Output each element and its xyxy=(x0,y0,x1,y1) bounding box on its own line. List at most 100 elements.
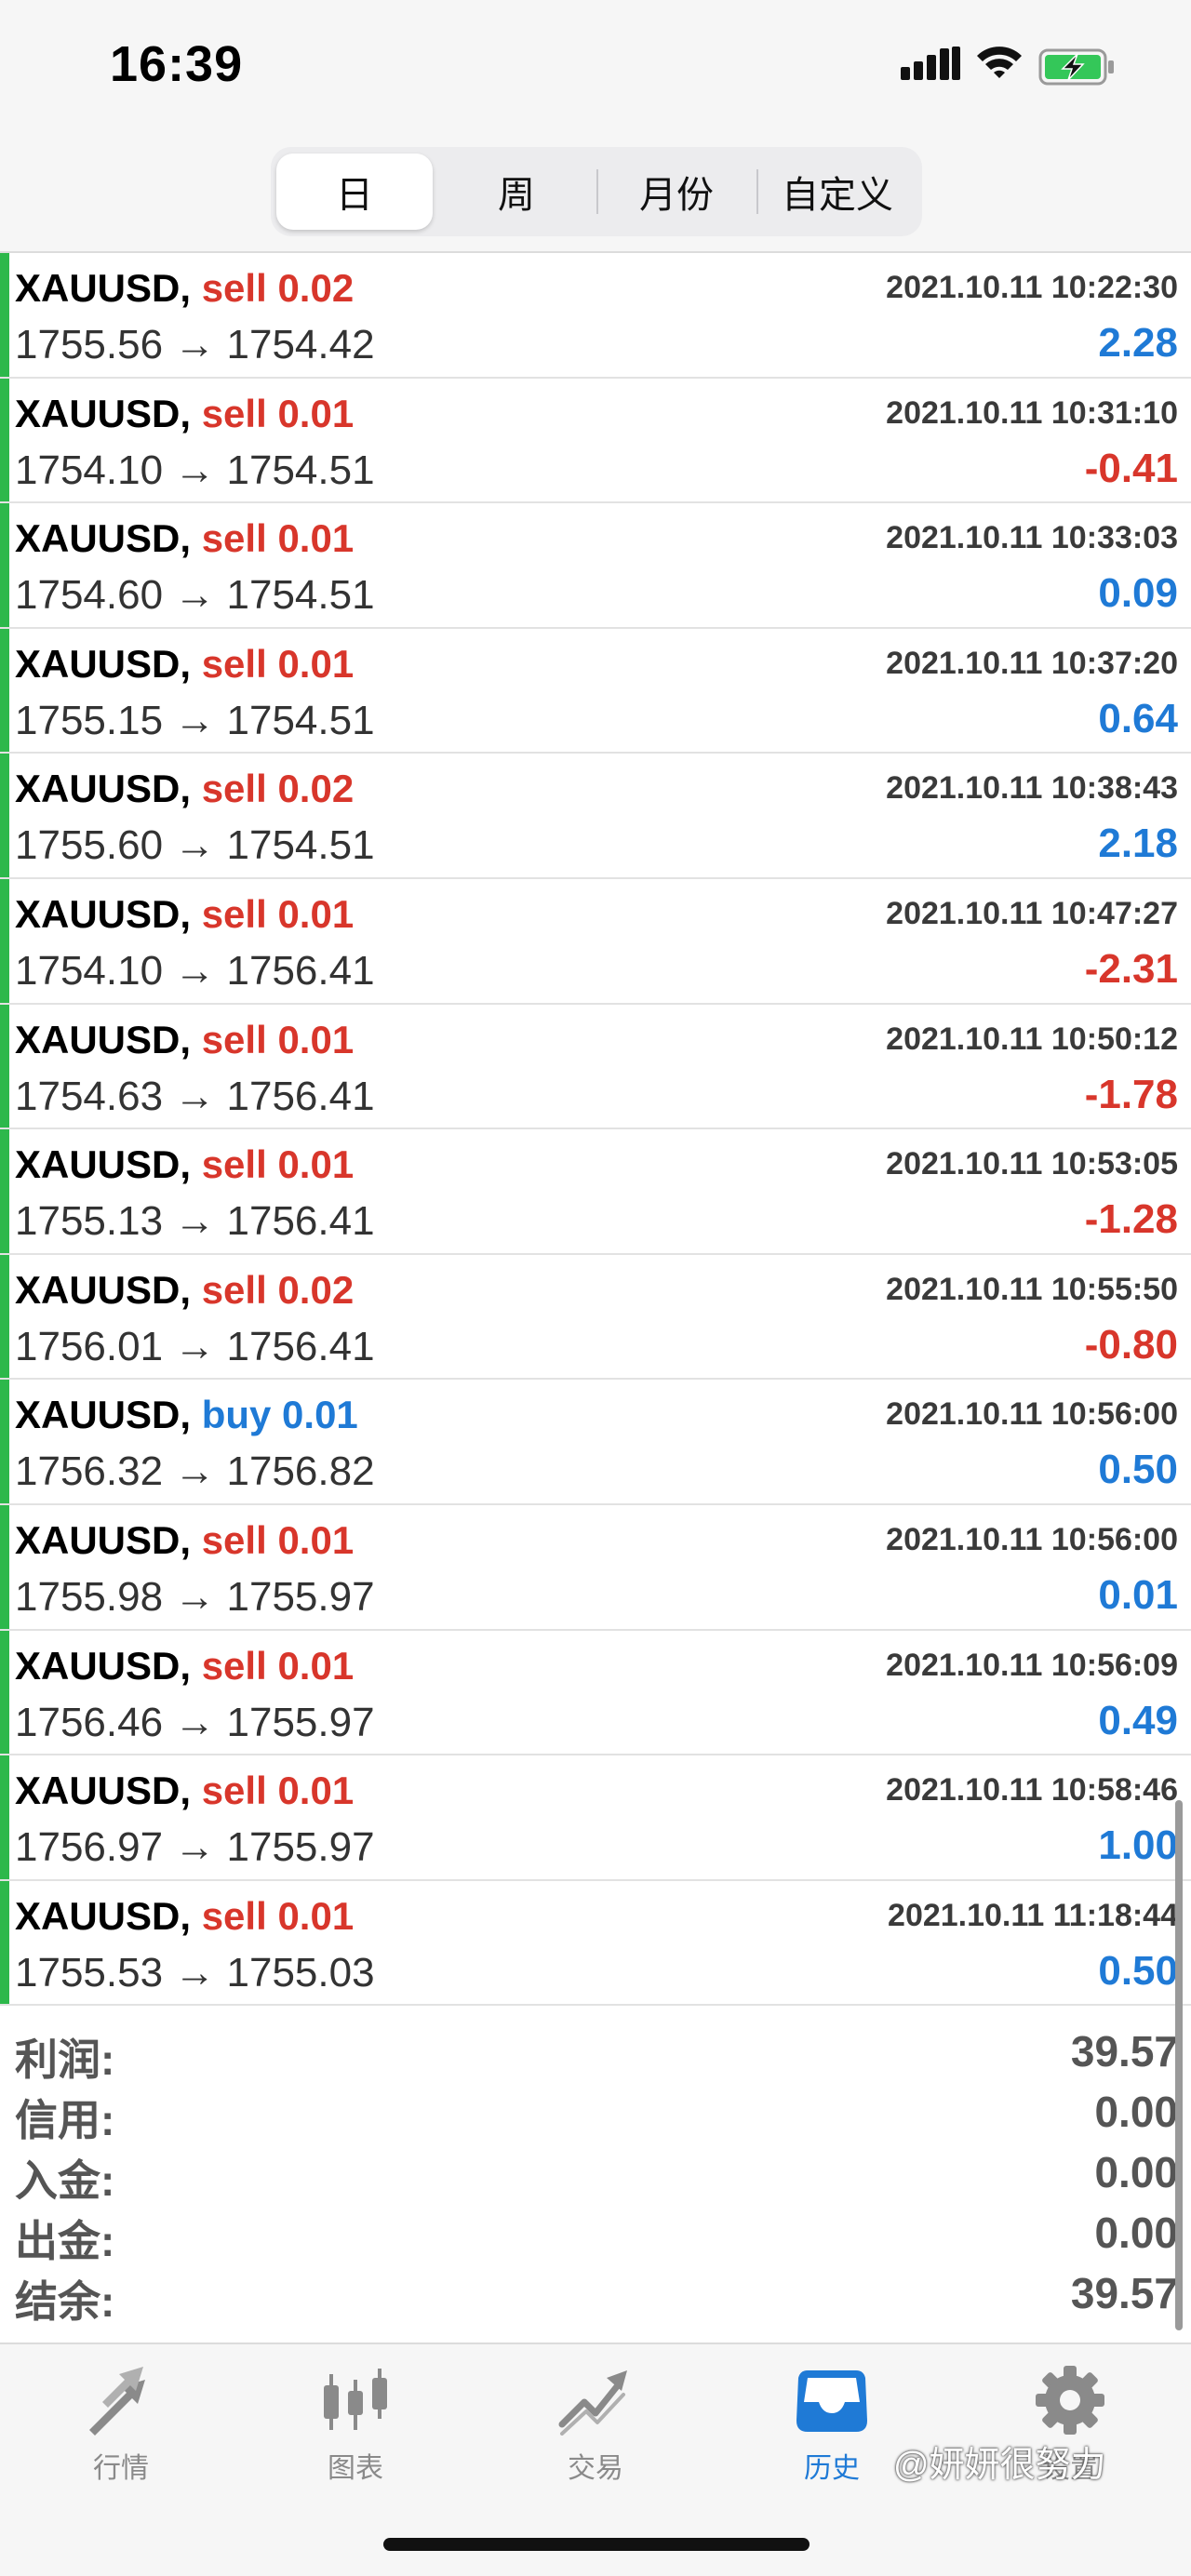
trade-time: 2021.10.11 10:38:43 xyxy=(886,770,1178,807)
trade-row[interactable]: XAUUSD, sell 0.01 2021.10.11 10:58:46 1756… xyxy=(0,1755,1191,1881)
summary-row: 利润: 39.57 xyxy=(0,2026,1191,2086)
trade-row[interactable]: XAUUSD, sell 0.01 2021.10.11 10:50:12 1754… xyxy=(0,1004,1191,1130)
trade-time: 2021.10.11 10:55:50 xyxy=(886,1271,1178,1307)
tab-week[interactable]: 周 xyxy=(438,153,595,230)
trade-profit: -2.31 xyxy=(1084,945,1178,992)
trade-profit: 0.50 xyxy=(1098,1447,1178,1493)
trade-indicator-bar xyxy=(0,1004,9,1128)
trade-profit: 2.28 xyxy=(1098,320,1178,366)
trade-symbol: XAUUSD, xyxy=(15,891,192,936)
trade-side: sell xyxy=(201,1643,267,1688)
summary-label: 入金: xyxy=(15,2156,115,2205)
trade-row[interactable]: XAUUSD, sell 0.02 2021.10.11 10:55:50 1756… xyxy=(0,1254,1191,1381)
trade-profit: -1.28 xyxy=(1084,1196,1178,1243)
trade-row[interactable]: XAUUSD, sell 0.01 2021.10.11 10:31:10 1754… xyxy=(0,378,1191,504)
trade-row[interactable]: XAUUSD, sell 0.02 2021.10.11 10:38:43 1755… xyxy=(0,754,1191,879)
trade-row[interactable]: XAUUSD, sell 0.01 2021.10.11 10:33:03 1754… xyxy=(0,503,1191,629)
trade-prices: 1755.98 → 1755.97 xyxy=(15,1573,375,1620)
trade-prices: 1754.10 → 1756.41 xyxy=(15,947,375,994)
trade-row[interactable]: XAUUSD, buy 0.01 2021.10.11 10:56:00 1756.… xyxy=(0,1380,1191,1505)
trade-volume: 0.01 xyxy=(277,1017,355,1061)
trade-prices: 1755.56 → 1754.42 xyxy=(15,322,375,367)
trade-side: sell xyxy=(201,1267,267,1312)
tab-day[interactable]: 日 xyxy=(276,153,433,230)
trade-volume: 0.01 xyxy=(277,1768,355,1813)
trade-row[interactable]: XAUUSD, sell 0.01 2021.10.11 10:53:05 1755… xyxy=(0,1129,1191,1255)
trade-indicator-bar xyxy=(0,1755,9,1879)
battery-charging-icon xyxy=(1038,48,1114,86)
trade-symbol: XAUUSD, xyxy=(15,1393,192,1437)
trade-side: sell xyxy=(201,767,267,811)
trade-time: 2021.10.11 10:56:00 xyxy=(886,1396,1178,1433)
trade-profit: 0.50 xyxy=(1098,1947,1178,1994)
trade-volume: 0.01 xyxy=(277,891,355,936)
trade-side: sell xyxy=(201,891,267,936)
trade-indicator-bar xyxy=(0,1630,9,1755)
watermark-text: @妍妍很努力 xyxy=(893,2446,1106,2485)
home-indicator[interactable] xyxy=(383,2538,810,2551)
summary-row: 出金: 0.00 xyxy=(0,2208,1191,2267)
trade-indicator-bar xyxy=(0,1380,9,1503)
trade-symbol: XAUUSD, xyxy=(15,1643,192,1688)
trade-prices: 1755.60 → 1754.51 xyxy=(15,822,375,869)
trade-title: XAUUSD, sell 0.01 xyxy=(15,392,354,436)
tab-history[interactable]: 历史 xyxy=(757,2365,906,2504)
tab-trade[interactable]: 交易 xyxy=(521,2365,670,2504)
trade-prices: 1754.63 → 1756.41 xyxy=(15,1073,375,1119)
period-header: 日 周 月份 自定义 xyxy=(0,140,1191,253)
trade-row[interactable]: XAUUSD, sell 0.01 2021.10.11 10:56:09 1756… xyxy=(0,1630,1191,1756)
trade-row[interactable]: XAUUSD, sell 0.02 2021.10.11 10:22:30 1755… xyxy=(0,253,1191,379)
trade-row[interactable]: XAUUSD, sell 0.01 2021.10.11 10:47:27 1754… xyxy=(0,878,1191,1005)
trade-profit: 0.64 xyxy=(1098,695,1178,741)
tab-quotes[interactable]: 行情 xyxy=(47,2365,195,2504)
trade-side: sell xyxy=(201,266,267,310)
trade-prices: 1756.01 → 1756.41 xyxy=(15,1323,375,1369)
trade-title: XAUUSD, sell 0.01 xyxy=(15,1518,354,1563)
trade-time: 2021.10.11 10:31:10 xyxy=(886,394,1178,431)
trade-profit: 1.00 xyxy=(1098,1822,1178,1869)
trade-row[interactable]: XAUUSD, sell 0.01 2021.10.11 10:56:00 1755… xyxy=(0,1504,1191,1631)
trade-volume: 0.01 xyxy=(277,1142,355,1187)
trade-volume: 0.02 xyxy=(277,1267,355,1312)
trade-side: sell xyxy=(201,1768,267,1813)
trade-trend-icon xyxy=(558,2370,627,2436)
trade-row[interactable]: XAUUSD, sell 0.01 2021.10.11 11:18:44 1755… xyxy=(0,1880,1191,2007)
trade-prices: 1755.15 → 1754.51 xyxy=(15,697,375,743)
trade-history-list: XAUUSD, sell 0.02 2021.10.11 10:22:30 1755… xyxy=(0,253,1191,2007)
summary-value: 39.57 xyxy=(1070,2269,1178,2317)
history-tray-icon xyxy=(796,2370,867,2432)
trade-volume: 0.01 xyxy=(277,1517,355,1562)
trade-symbol: XAUUSD, xyxy=(15,1142,192,1187)
summary-label: 结余: xyxy=(15,2277,115,2326)
trade-indicator-bar xyxy=(0,1129,9,1253)
trade-title: XAUUSD, buy 0.01 xyxy=(15,1393,358,1437)
trade-profit: -0.41 xyxy=(1084,445,1178,491)
trade-side: sell xyxy=(201,641,267,686)
tab-history-label: 历史 xyxy=(804,2453,860,2484)
trade-time: 2021.10.11 10:22:30 xyxy=(886,270,1178,305)
trade-volume: 0.01 xyxy=(277,1643,355,1688)
trade-prices: 1755.53 → 1755.03 xyxy=(15,1949,375,1995)
trade-title: XAUUSD, sell 0.02 xyxy=(15,1268,354,1313)
trade-symbol: XAUUSD, xyxy=(15,516,192,561)
trade-indicator-bar xyxy=(0,628,9,753)
trade-prices: 1754.60 → 1754.51 xyxy=(15,572,375,619)
trade-time: 2021.10.11 10:58:46 xyxy=(886,1772,1178,1809)
tab-custom[interactable]: 自定义 xyxy=(758,153,917,230)
summary-value: 0.00 xyxy=(1094,2148,1178,2196)
trade-title: XAUUSD, sell 0.02 xyxy=(15,767,354,811)
trade-row[interactable]: XAUUSD, sell 0.01 2021.10.11 10:37:20 1755… xyxy=(0,628,1191,754)
cellular-signal-icon xyxy=(901,47,960,80)
trade-title: XAUUSD, sell 0.01 xyxy=(15,1142,354,1187)
summary-label: 利润: xyxy=(15,2035,115,2084)
trade-prices: 1754.10 → 1754.51 xyxy=(15,447,375,493)
trade-time: 2021.10.11 10:47:27 xyxy=(886,895,1178,931)
scrollbar[interactable] xyxy=(1175,1800,1183,2330)
trade-indicator-bar xyxy=(0,878,9,1003)
trade-volume: 0.02 xyxy=(277,767,355,811)
tab-chart[interactable]: 图表 xyxy=(281,2365,430,2504)
trade-title: XAUUSD, sell 0.01 xyxy=(15,1768,354,1813)
trade-side: sell xyxy=(201,1142,267,1187)
tab-month[interactable]: 月份 xyxy=(598,153,755,230)
trade-symbol: XAUUSD, xyxy=(15,1768,192,1813)
